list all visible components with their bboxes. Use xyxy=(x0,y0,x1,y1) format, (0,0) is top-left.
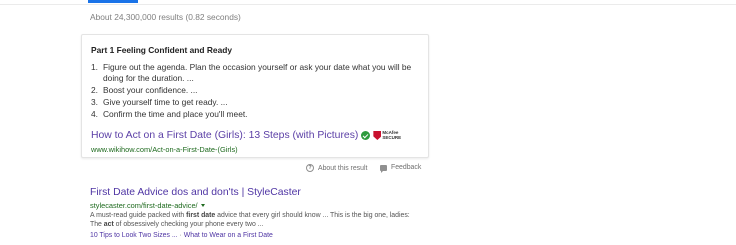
snippet-heading: Part 1 Feeling Confident and Ready xyxy=(91,45,233,55)
verified-check-icon xyxy=(361,131,371,140)
snippet-result-link[interactable]: How to Act on a First Date (Girls): 13 S… xyxy=(91,130,358,141)
chevron-down-icon[interactable] xyxy=(200,204,205,207)
step-text: Boost your confidence. ... xyxy=(103,84,198,95)
list-item: 2. Boost your confidence. ... xyxy=(91,85,423,96)
result-url-row: stylecaster.com/first-date-advice/ xyxy=(90,201,205,210)
step-text: Give yourself time to get ready. ... xyxy=(103,97,228,108)
snippet-link-row: How to Act on a First Date (Girls): 13 S… xyxy=(91,130,401,141)
feedback-button[interactable]: Feedback xyxy=(380,164,422,173)
snippet-steps-list: 1. Figure out the agenda. Plan the occas… xyxy=(91,62,423,122)
snippet-url: www.wikihow.com/Act-on-a-First-Date-(Gir… xyxy=(91,145,238,154)
step-text: Figure out the agenda. Plan the occasion… xyxy=(103,62,412,83)
step-number: 3. xyxy=(91,97,98,108)
active-tab-indicator xyxy=(88,0,138,3)
result-url: stylecaster.com/first-date-advice/ xyxy=(90,201,198,210)
step-number: 2. xyxy=(91,84,98,95)
mcafee-secure-badge[interactable]: McAfee SECURE xyxy=(373,129,402,140)
about-this-result-label: About this result xyxy=(318,164,368,172)
result-description: A must-read guide packed with first date… xyxy=(90,212,410,229)
result-title-link[interactable]: First Date Advice dos and don'ts | Style… xyxy=(90,187,301,198)
step-number: 1. xyxy=(91,62,98,72)
sitelink-what-to-wear[interactable]: What to Wear on a First Date xyxy=(184,232,273,239)
results-stats: About 24,300,000 results (0.82 seconds) xyxy=(90,12,241,22)
list-item: 1. Figure out the agenda. Plan the occas… xyxy=(91,62,423,83)
header-divider xyxy=(0,4,736,5)
list-item: 3. Give yourself time to get ready. ... xyxy=(91,97,423,108)
sitelinks-row: 10 Tips to Look Two Sizes ... · What to … xyxy=(90,232,273,239)
featured-snippet-card: Part 1 Feeling Confident and Ready 1. Fi… xyxy=(81,34,429,158)
sitelink-separator: · xyxy=(179,232,182,239)
about-this-result-button[interactable]: ? About this result xyxy=(306,164,367,172)
step-number: 4. xyxy=(91,109,98,120)
list-item: 4. Confirm the time and place you'll mee… xyxy=(91,109,423,120)
sitelink-look-two-sizes[interactable]: 10 Tips to Look Two Sizes ... xyxy=(90,232,178,239)
step-text: Confirm the time and place you'll meet. xyxy=(103,109,248,120)
feedback-icon xyxy=(380,164,387,173)
mcafee-label: McAfee SECURE xyxy=(382,129,402,140)
help-icon: ? xyxy=(306,164,314,172)
feedback-label: Feedback xyxy=(391,164,422,171)
mcafee-shield-icon xyxy=(373,131,382,140)
